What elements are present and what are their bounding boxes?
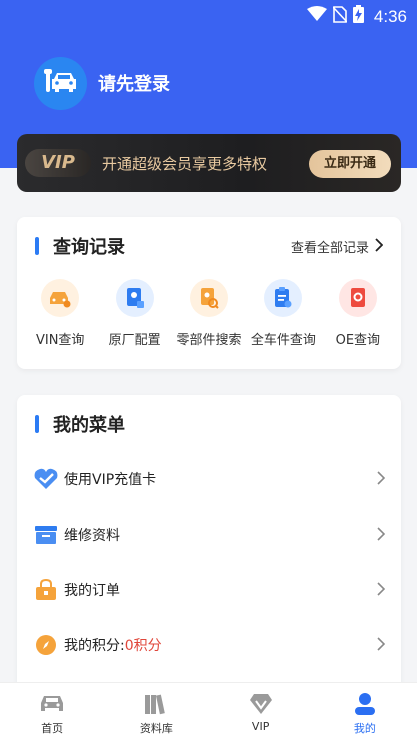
menu-item-orders[interactable]: 我的订单 xyxy=(17,570,401,610)
section-title: 查询记录 xyxy=(35,233,125,259)
orders-icon xyxy=(34,578,58,602)
vip-promo-text: 开通超级会员享更多特权 xyxy=(102,155,268,173)
history-title: 查询记录 xyxy=(53,237,125,258)
history-label: 零部件搜索 xyxy=(176,333,242,348)
nav-label-active: 我的 xyxy=(353,722,376,735)
config-icon xyxy=(115,279,154,317)
menu-item-repair-docs[interactable]: 维修资料 xyxy=(17,515,401,555)
section-title: 我的菜单 xyxy=(35,411,125,437)
view-all-label: 查看全部记录 xyxy=(290,241,369,256)
chevron-right-icon xyxy=(377,636,386,655)
history-item-config[interactable]: 原厂配置 xyxy=(97,279,171,348)
points-icon xyxy=(34,633,58,657)
menu-label-points: 我的积分:0积分 xyxy=(64,635,162,655)
nav-label: 首页 xyxy=(41,722,64,735)
menu-label: 我的订单 xyxy=(64,583,120,599)
vin-icon xyxy=(41,279,80,317)
library-icon xyxy=(143,691,169,717)
chevron-right-icon xyxy=(377,470,386,489)
parts-search-icon xyxy=(190,279,229,317)
history-label: 原厂配置 xyxy=(108,333,161,348)
menu-title: 我的菜单 xyxy=(53,415,125,436)
menu-label: 使用VIP充值卡 xyxy=(64,472,157,488)
avatar[interactable] xyxy=(34,57,87,110)
history-label: VIN查询 xyxy=(35,333,85,348)
menu-item-vip-card[interactable]: 使用VIP充值卡 xyxy=(17,459,401,499)
vip-open-button[interactable]: 立即开通 xyxy=(309,150,391,178)
wifi-icon xyxy=(306,6,327,27)
nav-vip[interactable]: VIP xyxy=(209,683,313,741)
vip-card-icon xyxy=(34,467,58,491)
chevron-right-icon xyxy=(377,581,386,600)
points-label: 我的积分: xyxy=(64,638,125,654)
repair-docs-icon xyxy=(34,523,58,547)
my-menu-card: 我的菜单 使用VIP充值卡 维修资料 我的订单 我的积分:0积分 xyxy=(17,395,401,695)
bottom-navigation: 首页 资料库 VIP 我的 xyxy=(0,682,417,741)
nav-label: 资料库 xyxy=(139,722,173,735)
section-accent-bar xyxy=(35,415,39,433)
nav-home[interactable]: 首页 xyxy=(0,683,104,741)
vip-logo: VIP xyxy=(25,149,91,177)
car-icon xyxy=(39,691,65,717)
vip-banner[interactable]: VIP 开通超级会员享更多特权 立即开通 xyxy=(17,134,401,192)
menu-item-points[interactable]: 我的积分:0积分 xyxy=(17,625,401,665)
oe-icon xyxy=(338,279,377,317)
user-icon xyxy=(352,691,378,717)
history-item-parts-search[interactable]: 零部件搜索 xyxy=(172,279,246,348)
section-accent-bar xyxy=(35,237,39,255)
status-bar: 4:36 xyxy=(0,0,417,30)
status-time: 4:36 xyxy=(373,6,407,26)
query-history-card: 查询记录 查看全部记录 VIN查询 原厂配置 零部件搜索 全车件查询 OE查询 xyxy=(17,217,401,369)
battery-charging-icon xyxy=(352,5,364,28)
history-label: 全车件查询 xyxy=(250,333,316,348)
points-value: 0积分 xyxy=(124,638,162,654)
chevron-right-icon xyxy=(375,237,384,256)
view-all-history-link[interactable]: 查看全部记录 xyxy=(290,237,384,256)
nav-mine[interactable]: 我的 xyxy=(313,683,417,741)
history-item-vin[interactable]: VIN查询 xyxy=(23,279,97,348)
history-label: OE查询 xyxy=(335,333,381,348)
menu-label: 维修资料 xyxy=(64,528,120,544)
history-item-full-parts[interactable]: 全车件查询 xyxy=(246,279,320,348)
diamond-icon xyxy=(248,691,274,717)
full-parts-icon xyxy=(264,279,303,317)
no-sim-icon xyxy=(332,5,348,28)
nav-label: VIP xyxy=(251,720,270,733)
nav-library[interactable]: 资料库 xyxy=(104,683,208,741)
login-prompt[interactable]: 请先登录 xyxy=(98,70,170,96)
mechanic-car-icon xyxy=(43,67,78,101)
history-item-oe[interactable]: OE查询 xyxy=(321,279,395,348)
chevron-right-icon xyxy=(377,526,386,545)
